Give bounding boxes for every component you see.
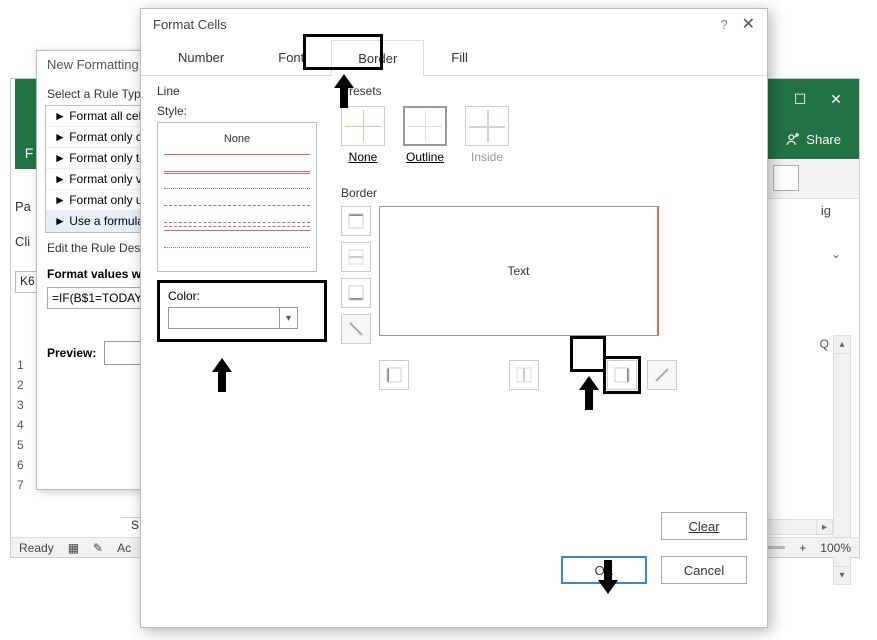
row-header[interactable]: 7: [17, 475, 24, 495]
line-style-option[interactable]: [164, 171, 310, 185]
collapse-ribbon-icon[interactable]: ⌄: [831, 247, 841, 261]
line-style-option[interactable]: [164, 154, 310, 168]
tab-font[interactable]: Font: [251, 39, 331, 75]
tab-number[interactable]: Number: [151, 39, 251, 75]
dialog-footer: OK Cancel: [561, 556, 747, 584]
row-headers: 1 2 3 4 5 6 7: [17, 355, 24, 495]
preset-inside[interactable]: Inside: [465, 106, 509, 164]
preset-outline[interactable]: Outline: [403, 106, 447, 164]
row-header[interactable]: 3: [17, 395, 24, 415]
border-middle-v-button[interactable]: [509, 360, 539, 390]
scroll-right-icon[interactable]: ▸: [816, 520, 832, 534]
row-header[interactable]: 6: [17, 455, 24, 475]
ribbon-peek-text: ig: [821, 203, 831, 218]
presets-label: Presets: [341, 84, 509, 98]
cancel-button[interactable]: Cancel: [661, 556, 747, 584]
tab-border[interactable]: Border: [331, 40, 424, 76]
border-label: Border: [341, 186, 677, 200]
preset-none-icon: [341, 106, 385, 146]
border-side-buttons: [341, 206, 371, 350]
row-header[interactable]: 2: [17, 375, 24, 395]
border-bottom-button[interactable]: [341, 278, 371, 308]
paste-label: Pa: [15, 199, 31, 214]
row-header[interactable]: 4: [17, 415, 24, 435]
border-right-highlight: [603, 356, 641, 394]
row-header[interactable]: 1: [17, 355, 24, 375]
line-style-option[interactable]: [164, 222, 310, 227]
dialog-title: Format Cells: [153, 17, 227, 32]
border-middle-h-button[interactable]: [341, 242, 371, 272]
border-bottom-row: [379, 356, 677, 394]
line-style-option[interactable]: [164, 247, 310, 261]
share-label: Share: [806, 132, 841, 147]
chevron-down-icon[interactable]: ▾: [279, 308, 297, 328]
line-style-option[interactable]: [164, 205, 310, 219]
accessibility-icon[interactable]: ✎: [93, 541, 103, 555]
line-style-option[interactable]: [164, 230, 310, 244]
format-cells-dialog: Format Cells ? ✕ Number Font Border Fill…: [140, 8, 768, 628]
border-preview: Text: [379, 206, 659, 336]
border-top-button[interactable]: [341, 206, 371, 236]
scroll-down-icon[interactable]: ▾: [834, 566, 850, 584]
ribbon-peek-box[interactable]: [773, 165, 799, 191]
scroll-up-icon[interactable]: ▴: [834, 336, 850, 354]
ok-button[interactable]: OK: [561, 556, 647, 584]
border-preview-text: Text: [507, 264, 529, 278]
zoom-in-button[interactable]: +: [799, 541, 806, 555]
line-style-option[interactable]: [164, 188, 310, 202]
border-left-button[interactable]: [379, 360, 409, 390]
minimize-icon[interactable]: ☐: [791, 90, 809, 108]
preset-none-label: None: [349, 150, 378, 164]
zoom-level[interactable]: 100%: [820, 541, 851, 555]
row-header[interactable]: 5: [17, 435, 24, 455]
dialog-titlebar[interactable]: Format Cells ? ✕: [141, 9, 767, 39]
preset-outline-label: Outline: [406, 150, 444, 164]
border-group: Border Text: [341, 186, 677, 394]
preset-inside-icon: [465, 106, 509, 146]
color-dropdown[interactable]: ▾: [168, 307, 298, 329]
dialog-body: Line Style: None Color: ▾ Prese: [141, 76, 767, 596]
clear-button[interactable]: Clear: [661, 512, 747, 540]
border-diag-down-button[interactable]: [341, 314, 371, 344]
color-label: Color:: [168, 289, 316, 303]
border-diag-up-button[interactable]: [647, 360, 677, 390]
share-button[interactable]: Share: [786, 132, 841, 147]
preset-none[interactable]: None: [341, 106, 385, 164]
status-ready: Ready: [19, 541, 54, 555]
preset-outline-icon: [403, 106, 447, 146]
line-label: Line: [157, 84, 327, 98]
help-icon[interactable]: ?: [720, 17, 727, 32]
presets-group: Presets None Outline Inside: [341, 84, 509, 164]
preset-inside-label: Inside: [471, 150, 503, 164]
line-style-list[interactable]: None: [157, 122, 317, 272]
border-right-button[interactable]: [607, 360, 637, 390]
dialog-tabs: Number Font Border Fill: [141, 39, 767, 76]
line-group: Line Style: None Color: ▾: [157, 84, 327, 342]
accessibility-label: Ac: [117, 541, 131, 555]
status-icon: ▦: [68, 541, 79, 555]
close-icon[interactable]: ✕: [827, 90, 845, 108]
tab-fill[interactable]: Fill: [424, 39, 495, 75]
column-header-q[interactable]: Q: [820, 337, 829, 351]
close-icon[interactable]: ✕: [742, 14, 755, 34]
preview-label: Preview:: [47, 346, 96, 360]
style-label: Style:: [157, 104, 327, 118]
line-style-none[interactable]: None: [164, 127, 310, 151]
clipboard-label: Cli: [15, 234, 30, 249]
color-group: Color: ▾: [157, 280, 327, 342]
